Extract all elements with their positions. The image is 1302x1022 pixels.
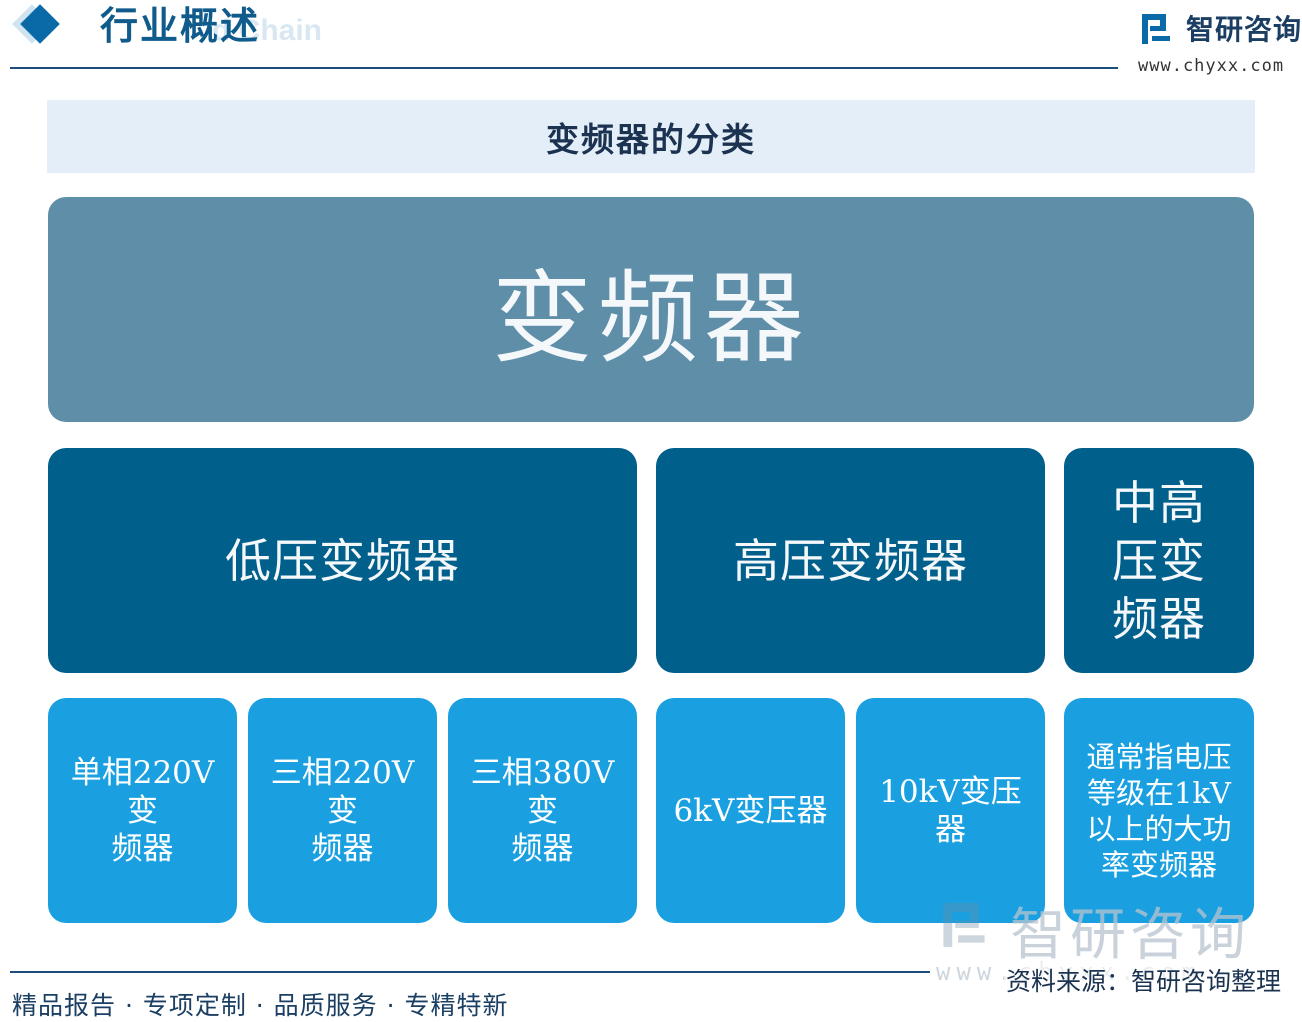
category-label: 中高 压变 频器 xyxy=(1112,475,1206,646)
category-node-medium-high-voltage: 中高 压变 频器 xyxy=(1064,448,1254,673)
leaf-label: 10kV变压器 xyxy=(879,773,1022,848)
leaf-label: 通常指电压 等级在1kV 以上的大功 率变频器 xyxy=(1086,739,1232,882)
leaf-label: 单相220V变 频器 xyxy=(70,754,215,867)
category-node-low-voltage: 低压变频器 xyxy=(48,448,637,673)
diagram-title: 变频器的分类 xyxy=(546,119,756,159)
category-label: 高压变频器 xyxy=(733,533,968,588)
category-label: 低压变频器 xyxy=(225,533,460,588)
header-divider xyxy=(10,67,1118,69)
brand-name: 智研咨询 xyxy=(1186,13,1302,46)
footer-divider xyxy=(10,971,930,973)
root-node: 变频器 xyxy=(48,197,1254,422)
leaf-label: 三相380V变 频器 xyxy=(470,754,615,867)
watermark-logo-icon xyxy=(943,902,985,948)
leaf-node-single-phase-220v: 单相220V变 频器 xyxy=(48,698,237,923)
leaf-node-three-phase-220v: 三相220V变 频器 xyxy=(248,698,437,923)
leaf-label: 6kV变压器 xyxy=(673,792,828,829)
source-note: 资料来源：智研咨询整理 xyxy=(1004,962,1284,998)
diagram-title-bar: 变频器的分类 xyxy=(47,100,1255,173)
brand-url: www.chyxx.com xyxy=(1138,56,1285,76)
root-node-label: 变频器 xyxy=(492,260,810,377)
category-node-high-voltage: 高压变频器 xyxy=(656,448,1045,673)
chyxx-logo-icon xyxy=(1142,14,1170,44)
leaf-node-three-phase-380v: 三相380V变 频器 xyxy=(448,698,637,923)
section-title: 行业概述 xyxy=(100,3,261,48)
leaf-label: 三相220V变 频器 xyxy=(270,754,415,867)
footer-tagline: 精品报告 · 专项定制 · 品质服务 · 专精特新 xyxy=(12,991,509,1020)
leaf-node-6kv: 6kV变压器 xyxy=(656,698,845,923)
header-diamond-icon xyxy=(12,4,66,46)
